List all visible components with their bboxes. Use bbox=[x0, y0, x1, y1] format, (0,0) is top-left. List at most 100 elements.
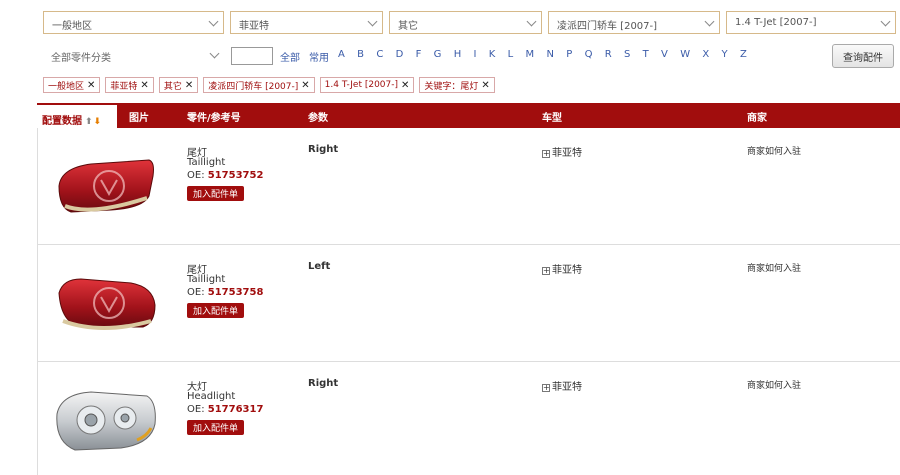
filter-chip: 菲亚特 ✕ bbox=[105, 77, 154, 93]
vendor-join-link[interactable]: 商家如何入驻 bbox=[747, 144, 801, 157]
filter-bar: 一般地区 菲亚特 其它 凌派四门轿车 [2007-] 1.4 T-Jet [20… bbox=[43, 11, 896, 34]
oe-label: OE: bbox=[187, 287, 208, 298]
part-model-label: 菲亚特 bbox=[552, 265, 582, 276]
filter-chip: 一般地区 ✕ bbox=[43, 77, 101, 93]
taillight-image[interactable] bbox=[51, 146, 161, 224]
alpha-link[interactable]: K bbox=[489, 49, 496, 64]
region-select[interactable]: 一般地区 bbox=[43, 11, 224, 34]
filter-chip-label: 其它 bbox=[163, 81, 182, 92]
alpha-link[interactable]: 常用 bbox=[309, 49, 329, 64]
oe-number: OE: 51753758 bbox=[187, 287, 263, 298]
part-param: Left bbox=[308, 261, 331, 272]
alpha-link[interactable]: A bbox=[338, 49, 345, 64]
headlight-image[interactable] bbox=[51, 380, 161, 458]
filter-chip-label: 菲亚特 bbox=[110, 81, 138, 92]
vendor-join-link[interactable]: 商家如何入驻 bbox=[747, 378, 801, 391]
chevron-down-icon bbox=[880, 16, 891, 27]
alpha-link[interactable]: 全部 bbox=[280, 49, 300, 64]
alpha-link[interactable]: B bbox=[357, 49, 364, 64]
alpha-link[interactable]: D bbox=[396, 49, 404, 64]
close-icon[interactable]: ✕ bbox=[87, 80, 95, 91]
alpha-link[interactable]: Y bbox=[722, 49, 728, 64]
alpha-link[interactable]: I bbox=[474, 49, 477, 64]
header-part: 零件/参考号 bbox=[187, 113, 241, 124]
chevron-down-icon bbox=[526, 16, 537, 27]
close-icon[interactable]: ✕ bbox=[185, 80, 193, 91]
header-image: 图片 bbox=[129, 113, 149, 124]
add-to-list-button[interactable]: 加入配件单 bbox=[187, 186, 245, 201]
keyword-input[interactable] bbox=[231, 47, 273, 65]
alpha-link[interactable]: H bbox=[454, 49, 462, 64]
chevron-down-icon bbox=[367, 16, 378, 27]
oe-value[interactable]: 51776317 bbox=[208, 404, 264, 415]
filter-chip: 关键字：尾灯 ✕ bbox=[419, 77, 495, 93]
alpha-link[interactable]: Q bbox=[585, 49, 593, 64]
header-params: 参数 bbox=[308, 113, 328, 124]
filter-chip-label: 1.4 T-Jet [2007-] bbox=[324, 80, 399, 90]
region-select-value: 一般地区 bbox=[52, 21, 92, 32]
filter-chip-label: 一般地区 bbox=[48, 81, 85, 92]
alpha-link[interactable]: V bbox=[661, 49, 668, 64]
part-model-label: 菲亚特 bbox=[552, 148, 582, 159]
brand-select[interactable]: 菲亚特 bbox=[230, 11, 383, 34]
model-select[interactable]: 凌派四门轿车 [2007-] bbox=[548, 11, 720, 34]
table-row: 大灯 Headlight OE: 51776317 加入配件单 Right + 菲… bbox=[37, 362, 900, 475]
add-to-list-button[interactable]: 加入配件单 bbox=[187, 303, 245, 318]
taillight-image[interactable] bbox=[51, 263, 161, 341]
close-icon[interactable]: ✕ bbox=[481, 80, 489, 91]
close-icon[interactable]: ✕ bbox=[301, 80, 309, 91]
vendor-join-link[interactable]: 商家如何入驻 bbox=[747, 261, 801, 274]
alpha-link[interactable]: W bbox=[680, 49, 690, 64]
expand-icon[interactable]: + bbox=[542, 267, 550, 275]
expand-icon[interactable]: + bbox=[542, 384, 550, 392]
oe-value[interactable]: 51753758 bbox=[208, 287, 264, 298]
alpha-link[interactable]: P bbox=[566, 49, 572, 64]
toolbar: 全部零件分类 全部 常用 A B C D F G H I K L M N P Q R S T V W X Y Z 查询配件 bbox=[43, 44, 894, 68]
alpha-link[interactable]: T bbox=[643, 49, 649, 64]
part-name-en: Headlight bbox=[187, 391, 236, 402]
chevron-down-icon bbox=[209, 48, 220, 59]
alpha-link[interactable]: N bbox=[546, 49, 553, 64]
alphabet-index: 全部 常用 A B C D F G H I K L M N P Q R S T V W X Y Z bbox=[280, 49, 759, 64]
alpha-link[interactable]: X bbox=[702, 49, 709, 64]
part-param: Right bbox=[308, 378, 339, 389]
category-select[interactable]: 全部零件分类 bbox=[43, 45, 224, 67]
close-icon[interactable]: ✕ bbox=[401, 80, 409, 91]
oe-number: OE: 51753752 bbox=[187, 170, 263, 181]
oe-number: OE: 51776317 bbox=[187, 404, 263, 415]
expand-icon[interactable]: + bbox=[542, 150, 550, 158]
alpha-link[interactable]: G bbox=[434, 49, 442, 64]
part-model[interactable]: + 菲亚特 bbox=[542, 144, 582, 159]
alpha-link[interactable]: S bbox=[624, 49, 630, 64]
tab-config-data-label: 配置数据 bbox=[42, 116, 82, 127]
filter-chip-label: 关键字：尾灯 bbox=[424, 81, 479, 92]
part-model[interactable]: + 菲亚特 bbox=[542, 261, 582, 276]
alpha-link[interactable]: M bbox=[526, 49, 535, 64]
alpha-link[interactable]: R bbox=[605, 49, 612, 64]
alpha-link[interactable]: F bbox=[416, 49, 422, 64]
add-to-list-button[interactable]: 加入配件单 bbox=[187, 420, 245, 435]
chevron-down-icon bbox=[704, 16, 715, 27]
part-model[interactable]: + 菲亚特 bbox=[542, 378, 582, 393]
sort-up-icon[interactable]: ⬆ bbox=[85, 117, 93, 127]
category-select-value: 全部零件分类 bbox=[51, 53, 111, 64]
alpha-link[interactable]: C bbox=[376, 49, 383, 64]
close-icon[interactable]: ✕ bbox=[140, 80, 148, 91]
sort-down-icon[interactable]: ⬇ bbox=[94, 117, 102, 127]
filter-chip: 其它 ✕ bbox=[158, 77, 199, 93]
series-select[interactable]: 其它 bbox=[389, 11, 542, 34]
oe-label: OE: bbox=[187, 404, 208, 415]
tab-config-data[interactable]: 配置数据 ⬆⬇ bbox=[37, 103, 117, 128]
series-select-value: 其它 bbox=[398, 21, 418, 32]
filter-chip: 凌派四门轿车 [2007-] ✕ bbox=[203, 77, 315, 93]
oe-label: OE: bbox=[187, 170, 208, 181]
alpha-link[interactable]: Z bbox=[740, 49, 747, 64]
brand-select-value: 菲亚特 bbox=[239, 21, 269, 32]
oe-value[interactable]: 51753752 bbox=[208, 170, 264, 181]
search-parts-button[interactable]: 查询配件 bbox=[832, 44, 894, 68]
table-row: 尾灯 Taillight OE: 51753752 加入配件单 Right + 菲… bbox=[37, 128, 900, 245]
active-filter-chips: 一般地区 ✕ 菲亚特 ✕ 其它 ✕ 凌派四门轿车 [2007-] ✕ 1.4 T-Jet [20… bbox=[43, 77, 495, 93]
filter-chip: 1.4 T-Jet [2007-] ✕ bbox=[319, 77, 415, 93]
alpha-link[interactable]: L bbox=[508, 49, 514, 64]
engine-select[interactable]: 1.4 T-Jet [2007-] bbox=[726, 11, 896, 34]
